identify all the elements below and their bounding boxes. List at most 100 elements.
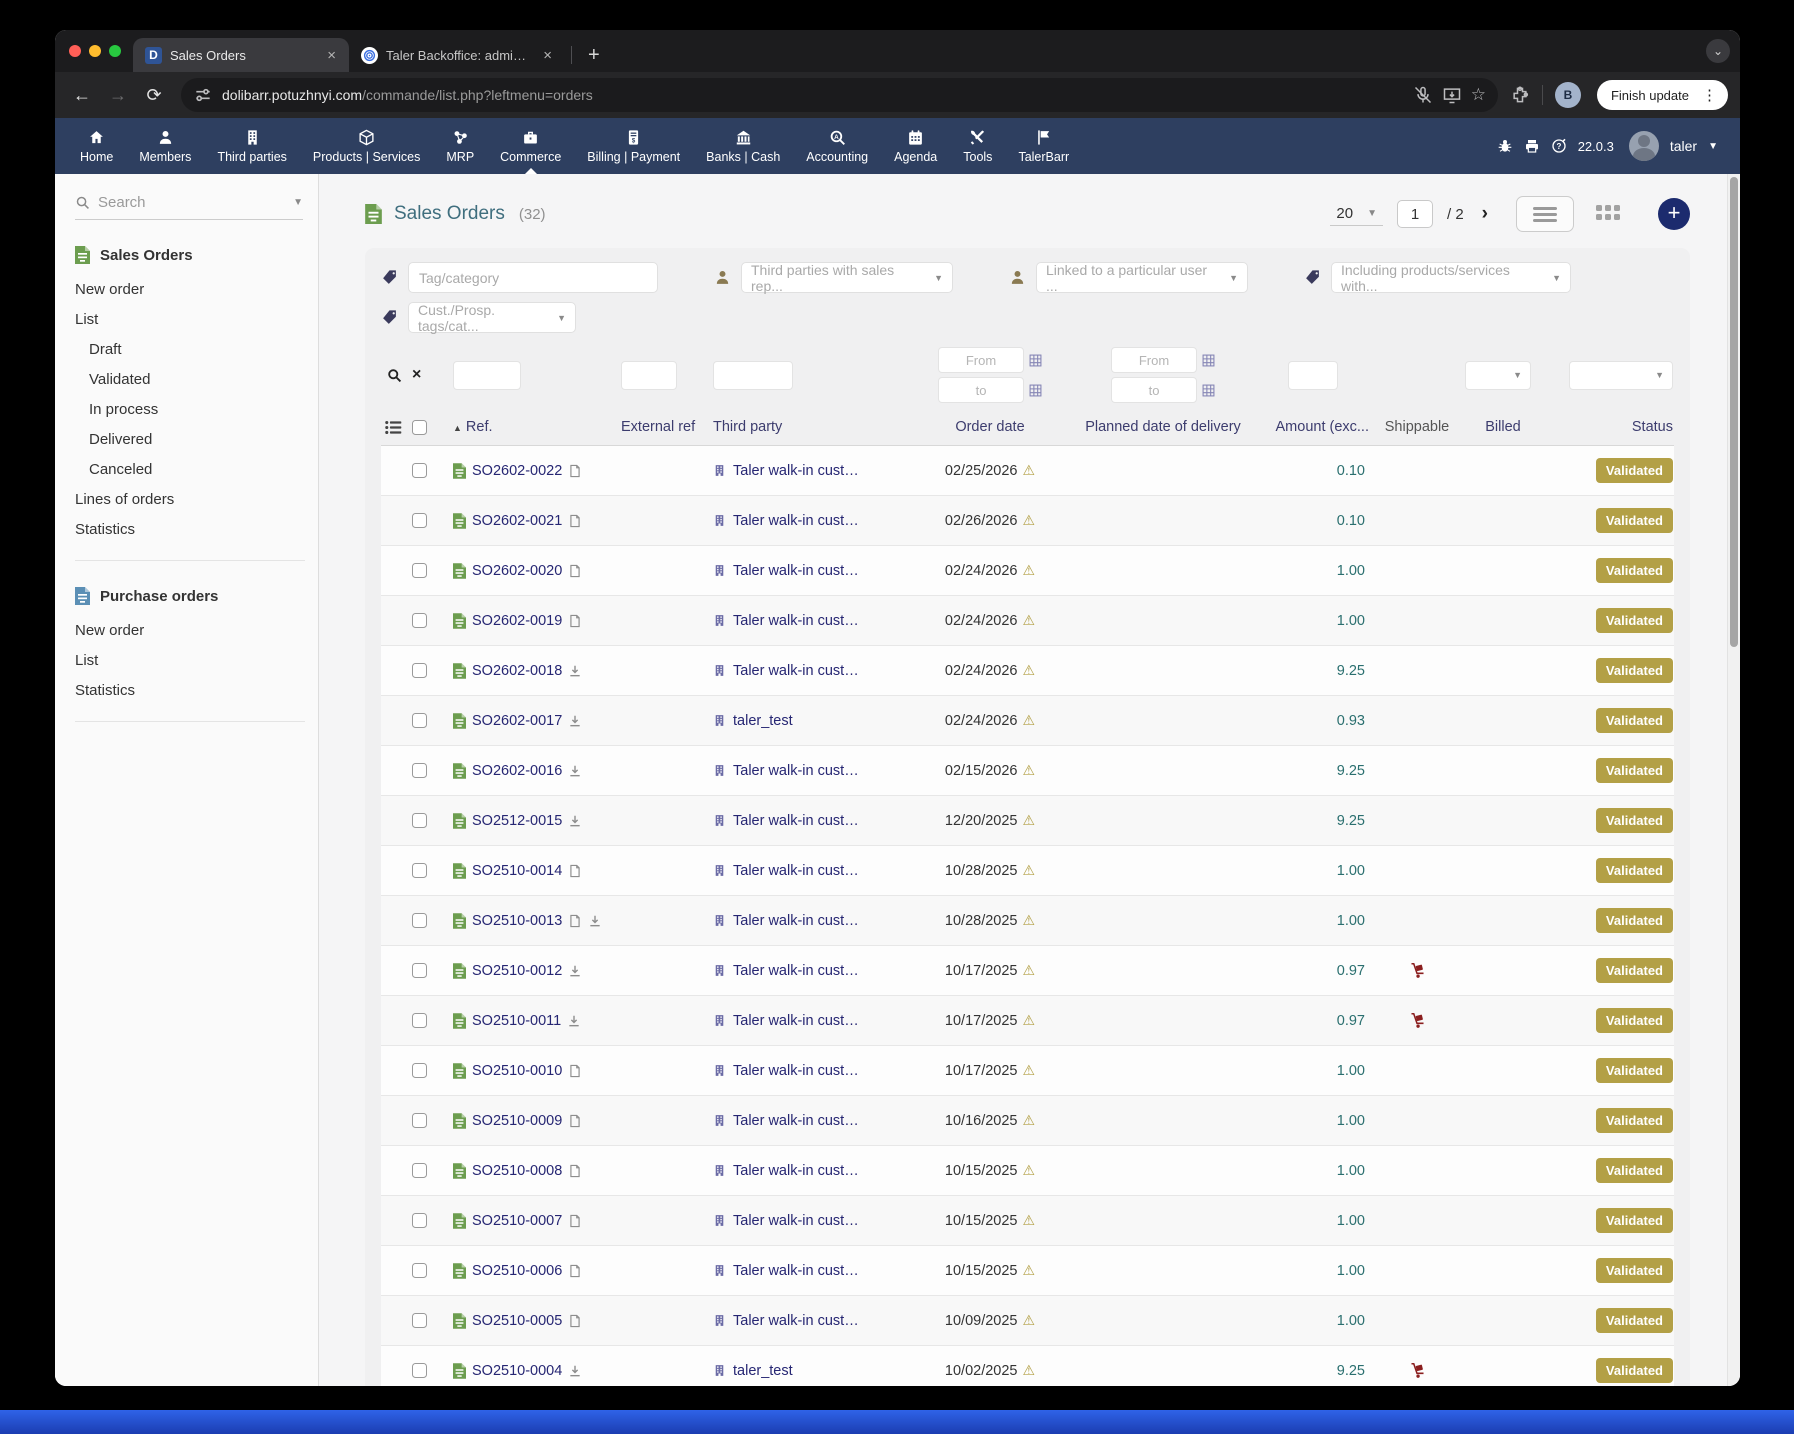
including-products-select[interactable]: Including products/services with... ▼ — [1331, 262, 1571, 293]
third-party-link[interactable]: Taler walk-in cust… — [733, 913, 859, 929]
user-menu-chevron-down-icon[interactable]: ▼ — [1708, 141, 1718, 152]
order-ref-link[interactable]: SO2510-0009 — [472, 1113, 562, 1129]
download-icon[interactable] — [568, 814, 582, 828]
scrollbar-thumb[interactable] — [1730, 177, 1738, 647]
note-icon[interactable] — [568, 1264, 582, 1278]
header-planned-date[interactable]: Planned date of delivery — [1069, 419, 1257, 435]
new-tab-button[interactable]: + — [578, 44, 610, 67]
third-party-link[interactable]: Taler walk-in cust… — [733, 1213, 859, 1229]
address-bar[interactable]: dolibarr.potuzhnyi.com/commande/list.php… — [181, 78, 1498, 112]
site-settings-icon[interactable] — [193, 85, 213, 105]
download-icon[interactable] — [568, 714, 582, 728]
row-checkbox[interactable] — [412, 863, 427, 878]
note-icon[interactable] — [568, 914, 582, 928]
third-party-link[interactable]: Taler walk-in cust… — [733, 1263, 859, 1279]
note-icon[interactable] — [568, 464, 582, 478]
nav-item-agenda[interactable]: Agenda — [881, 118, 950, 174]
third-party-link[interactable]: Taler walk-in cust… — [733, 613, 859, 629]
row-checkbox[interactable] — [412, 763, 427, 778]
sidebar-item-in-process[interactable]: In process — [75, 394, 302, 424]
nav-item-banks-cash[interactable]: Banks | Cash — [693, 118, 793, 174]
nav-item-talerbarr[interactable]: TalerBarr — [1005, 118, 1082, 174]
sidebar-item-new-order[interactable]: New order — [75, 615, 302, 645]
linked-user-select[interactable]: Linked to a particular user ... ▼ — [1036, 262, 1248, 293]
third-party-search-input[interactable] — [713, 361, 793, 390]
third-party-link[interactable]: Taler walk-in cust… — [733, 1063, 859, 1079]
order-ref-link[interactable]: SO2602-0021 — [472, 513, 562, 529]
sidebar-item-list[interactable]: List — [75, 645, 302, 675]
planned-date-from-input[interactable]: From — [1111, 347, 1197, 373]
row-checkbox[interactable] — [412, 963, 427, 978]
order-ref-link[interactable]: SO2602-0020 — [472, 563, 562, 579]
header-external-ref[interactable]: External ref — [621, 419, 713, 435]
order-ref-link[interactable]: SO2602-0022 — [472, 463, 562, 479]
third-party-link[interactable]: Taler walk-in cust… — [733, 1313, 859, 1329]
amount-value[interactable]: 0.97 — [1257, 963, 1369, 979]
header-ref[interactable]: ▲Ref. — [453, 419, 621, 435]
sidebar-section-purchase-orders[interactable]: Purchase orders — [75, 587, 302, 605]
amount-value[interactable]: 9.25 — [1257, 813, 1369, 829]
sidebar-section-sales-orders[interactable]: Sales Orders — [75, 246, 302, 264]
row-checkbox[interactable] — [412, 813, 427, 828]
list-view-button[interactable] — [1516, 196, 1574, 232]
profile-avatar[interactable]: B — [1555, 82, 1581, 108]
third-party-link[interactable]: Taler walk-in cust… — [733, 863, 859, 879]
row-checkbox[interactable] — [412, 1213, 427, 1228]
third-party-link[interactable]: taler_test — [733, 1363, 793, 1379]
close-tab-icon[interactable]: × — [324, 47, 339, 64]
sidebar-item-statistics[interactable]: Statistics — [75, 675, 302, 705]
third-party-link[interactable]: Taler walk-in cust… — [733, 1163, 859, 1179]
amount-search-input[interactable] — [1288, 361, 1338, 390]
user-avatar[interactable] — [1629, 131, 1659, 161]
forward-button[interactable]: → — [103, 80, 133, 110]
order-ref-link[interactable]: SO2510-0008 — [472, 1163, 562, 1179]
nav-item-products-services[interactable]: Products | Services — [300, 118, 433, 174]
row-checkbox[interactable] — [412, 1263, 427, 1278]
sidebar-item-draft[interactable]: Draft — [75, 334, 302, 364]
amount-value[interactable]: 0.10 — [1257, 463, 1369, 479]
amount-value[interactable]: 1.00 — [1257, 613, 1369, 629]
field-selector-icon[interactable] — [385, 420, 402, 435]
tab-search-button[interactable]: ⌄ — [1706, 39, 1730, 63]
amount-value[interactable]: 1.00 — [1257, 1313, 1369, 1329]
download-icon[interactable] — [568, 764, 582, 778]
note-icon[interactable] — [568, 564, 582, 578]
cust-prosp-tags-select[interactable]: Cust./Prosp. tags/cat... ▼ — [408, 302, 576, 333]
sidebar-search[interactable]: Search ▼ — [75, 194, 303, 220]
nav-item-mrp[interactable]: MRP — [433, 118, 487, 174]
order-ref-link[interactable]: SO2510-0014 — [472, 863, 562, 879]
third-parties-sales-rep-select[interactable]: Third parties with sales rep... ▼ — [741, 262, 953, 293]
close-window-button[interactable] — [69, 45, 81, 57]
amount-value[interactable]: 1.00 — [1257, 1113, 1369, 1129]
download-icon[interactable] — [568, 664, 582, 678]
calendar-icon[interactable] — [1029, 354, 1042, 367]
bookmark-star-icon[interactable]: ☆ — [1471, 85, 1486, 105]
install-app-icon[interactable] — [1442, 85, 1462, 105]
nav-item-members[interactable]: Members — [126, 118, 204, 174]
sidebar-item-canceled[interactable]: Canceled — [75, 454, 302, 484]
nav-item-home[interactable]: Home — [67, 118, 126, 174]
amount-value[interactable]: 0.10 — [1257, 513, 1369, 529]
browser-menu-icon[interactable]: ⋮ — [1697, 86, 1722, 104]
sidebar-item-delivered[interactable]: Delivered — [75, 424, 302, 454]
amount-value[interactable]: 1.00 — [1257, 1063, 1369, 1079]
finish-update-button[interactable]: Finish update ⋮ — [1597, 80, 1728, 110]
header-third-party[interactable]: Third party — [713, 419, 911, 435]
nav-item-tools[interactable]: Tools — [950, 118, 1005, 174]
order-ref-link[interactable]: SO2602-0017 — [472, 713, 562, 729]
order-date-to-input[interactable]: to — [938, 377, 1024, 403]
header-status[interactable]: Status — [1541, 419, 1673, 435]
zoom-window-button[interactable] — [109, 45, 121, 57]
amount-value[interactable]: 1.00 — [1257, 1163, 1369, 1179]
third-party-link[interactable]: taler_test — [733, 713, 793, 729]
amount-value[interactable]: 1.00 — [1257, 563, 1369, 579]
row-checkbox[interactable] — [412, 1063, 427, 1078]
third-party-link[interactable]: Taler walk-in cust… — [733, 963, 859, 979]
order-ref-link[interactable]: SO2510-0007 — [472, 1213, 562, 1229]
order-ref-link[interactable]: SO2602-0018 — [472, 663, 562, 679]
order-ref-link[interactable]: SO2602-0016 — [472, 763, 562, 779]
amount-value[interactable]: 1.00 — [1257, 1213, 1369, 1229]
row-checkbox[interactable] — [412, 1163, 427, 1178]
header-order-date[interactable]: Order date — [911, 419, 1069, 435]
third-party-link[interactable]: Taler walk-in cust… — [733, 1013, 859, 1029]
